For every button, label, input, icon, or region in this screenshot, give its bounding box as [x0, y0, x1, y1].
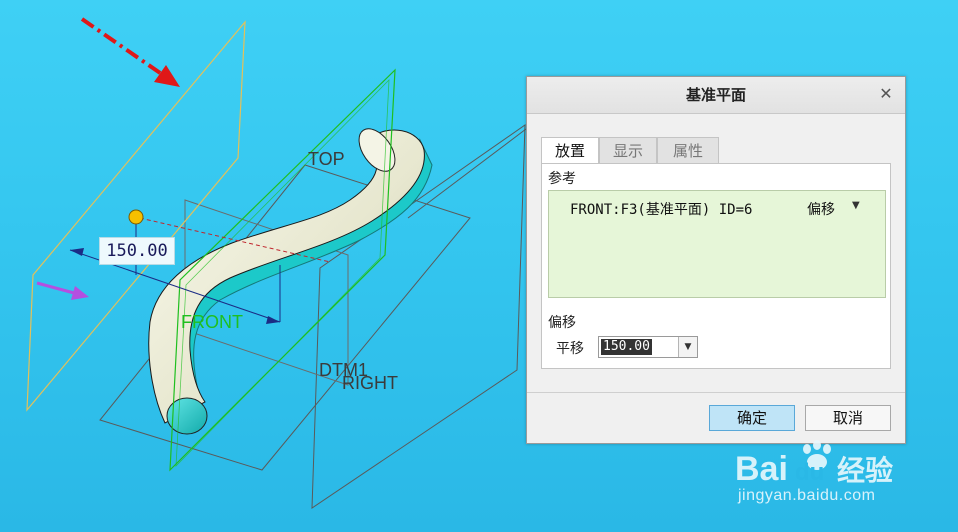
dialog-title: 基准平面 [685, 86, 746, 104]
cancel-button[interactable]: 取消 [805, 405, 891, 431]
reference-item[interactable]: FRONT:F3(基准平面) ID=6 [570, 199, 752, 219]
dialog-titlebar[interactable]: 基准平面 ✕ [527, 77, 905, 114]
datum-label-top: TOP [308, 149, 345, 169]
watermark-url: jingyan.baidu.com [738, 487, 876, 504]
chevron-down-icon[interactable]: ▼ [852, 200, 860, 211]
direction-arrow [71, 286, 89, 300]
svg-text:Bai: Bai [735, 450, 788, 488]
translation-label: 平移 [556, 341, 584, 357]
translation-input[interactable]: 150.00 ▼ [598, 336, 698, 358]
annotation-arrow [154, 65, 180, 87]
references-label: 参考 [548, 171, 576, 187]
datum-label-right: RIGHT [342, 373, 398, 393]
drag-handle[interactable] [128, 209, 144, 225]
datum-label-front: FRONT [181, 312, 243, 332]
reference-constraint-type[interactable]: 偏移 [807, 199, 835, 219]
svg-text:du: du [795, 459, 824, 486]
datum-plane-dialog: 基准平面 ✕ 放置 显示 属性 参考 FRONT:F3(基准平面) ID=6 偏… [526, 76, 906, 444]
translation-value[interactable]: 150.00 [601, 339, 652, 355]
offset-section-label: 偏移 [548, 315, 576, 331]
baidu-jingyan-watermark: Bai du 经验 [735, 440, 893, 488]
close-icon[interactable]: ✕ [877, 85, 895, 103]
dimension-value[interactable]: 150.00 [99, 237, 175, 265]
references-list[interactable]: FRONT:F3(基准平面) ID=6 偏移 ▼ [548, 190, 886, 298]
chevron-down-icon[interactable]: ▼ [678, 337, 697, 357]
tab-properties[interactable]: 属性 [657, 137, 719, 163]
ok-button[interactable]: 确定 [709, 405, 795, 431]
dialog-divider [527, 392, 905, 393]
tab-display[interactable]: 显示 [599, 137, 657, 163]
placement-panel: 参考 FRONT:F3(基准平面) ID=6 偏移 ▼ 偏移 平移 150.00… [541, 163, 891, 369]
svg-text:经验: 经验 [837, 454, 893, 487]
tab-placement[interactable]: 放置 [541, 137, 599, 164]
